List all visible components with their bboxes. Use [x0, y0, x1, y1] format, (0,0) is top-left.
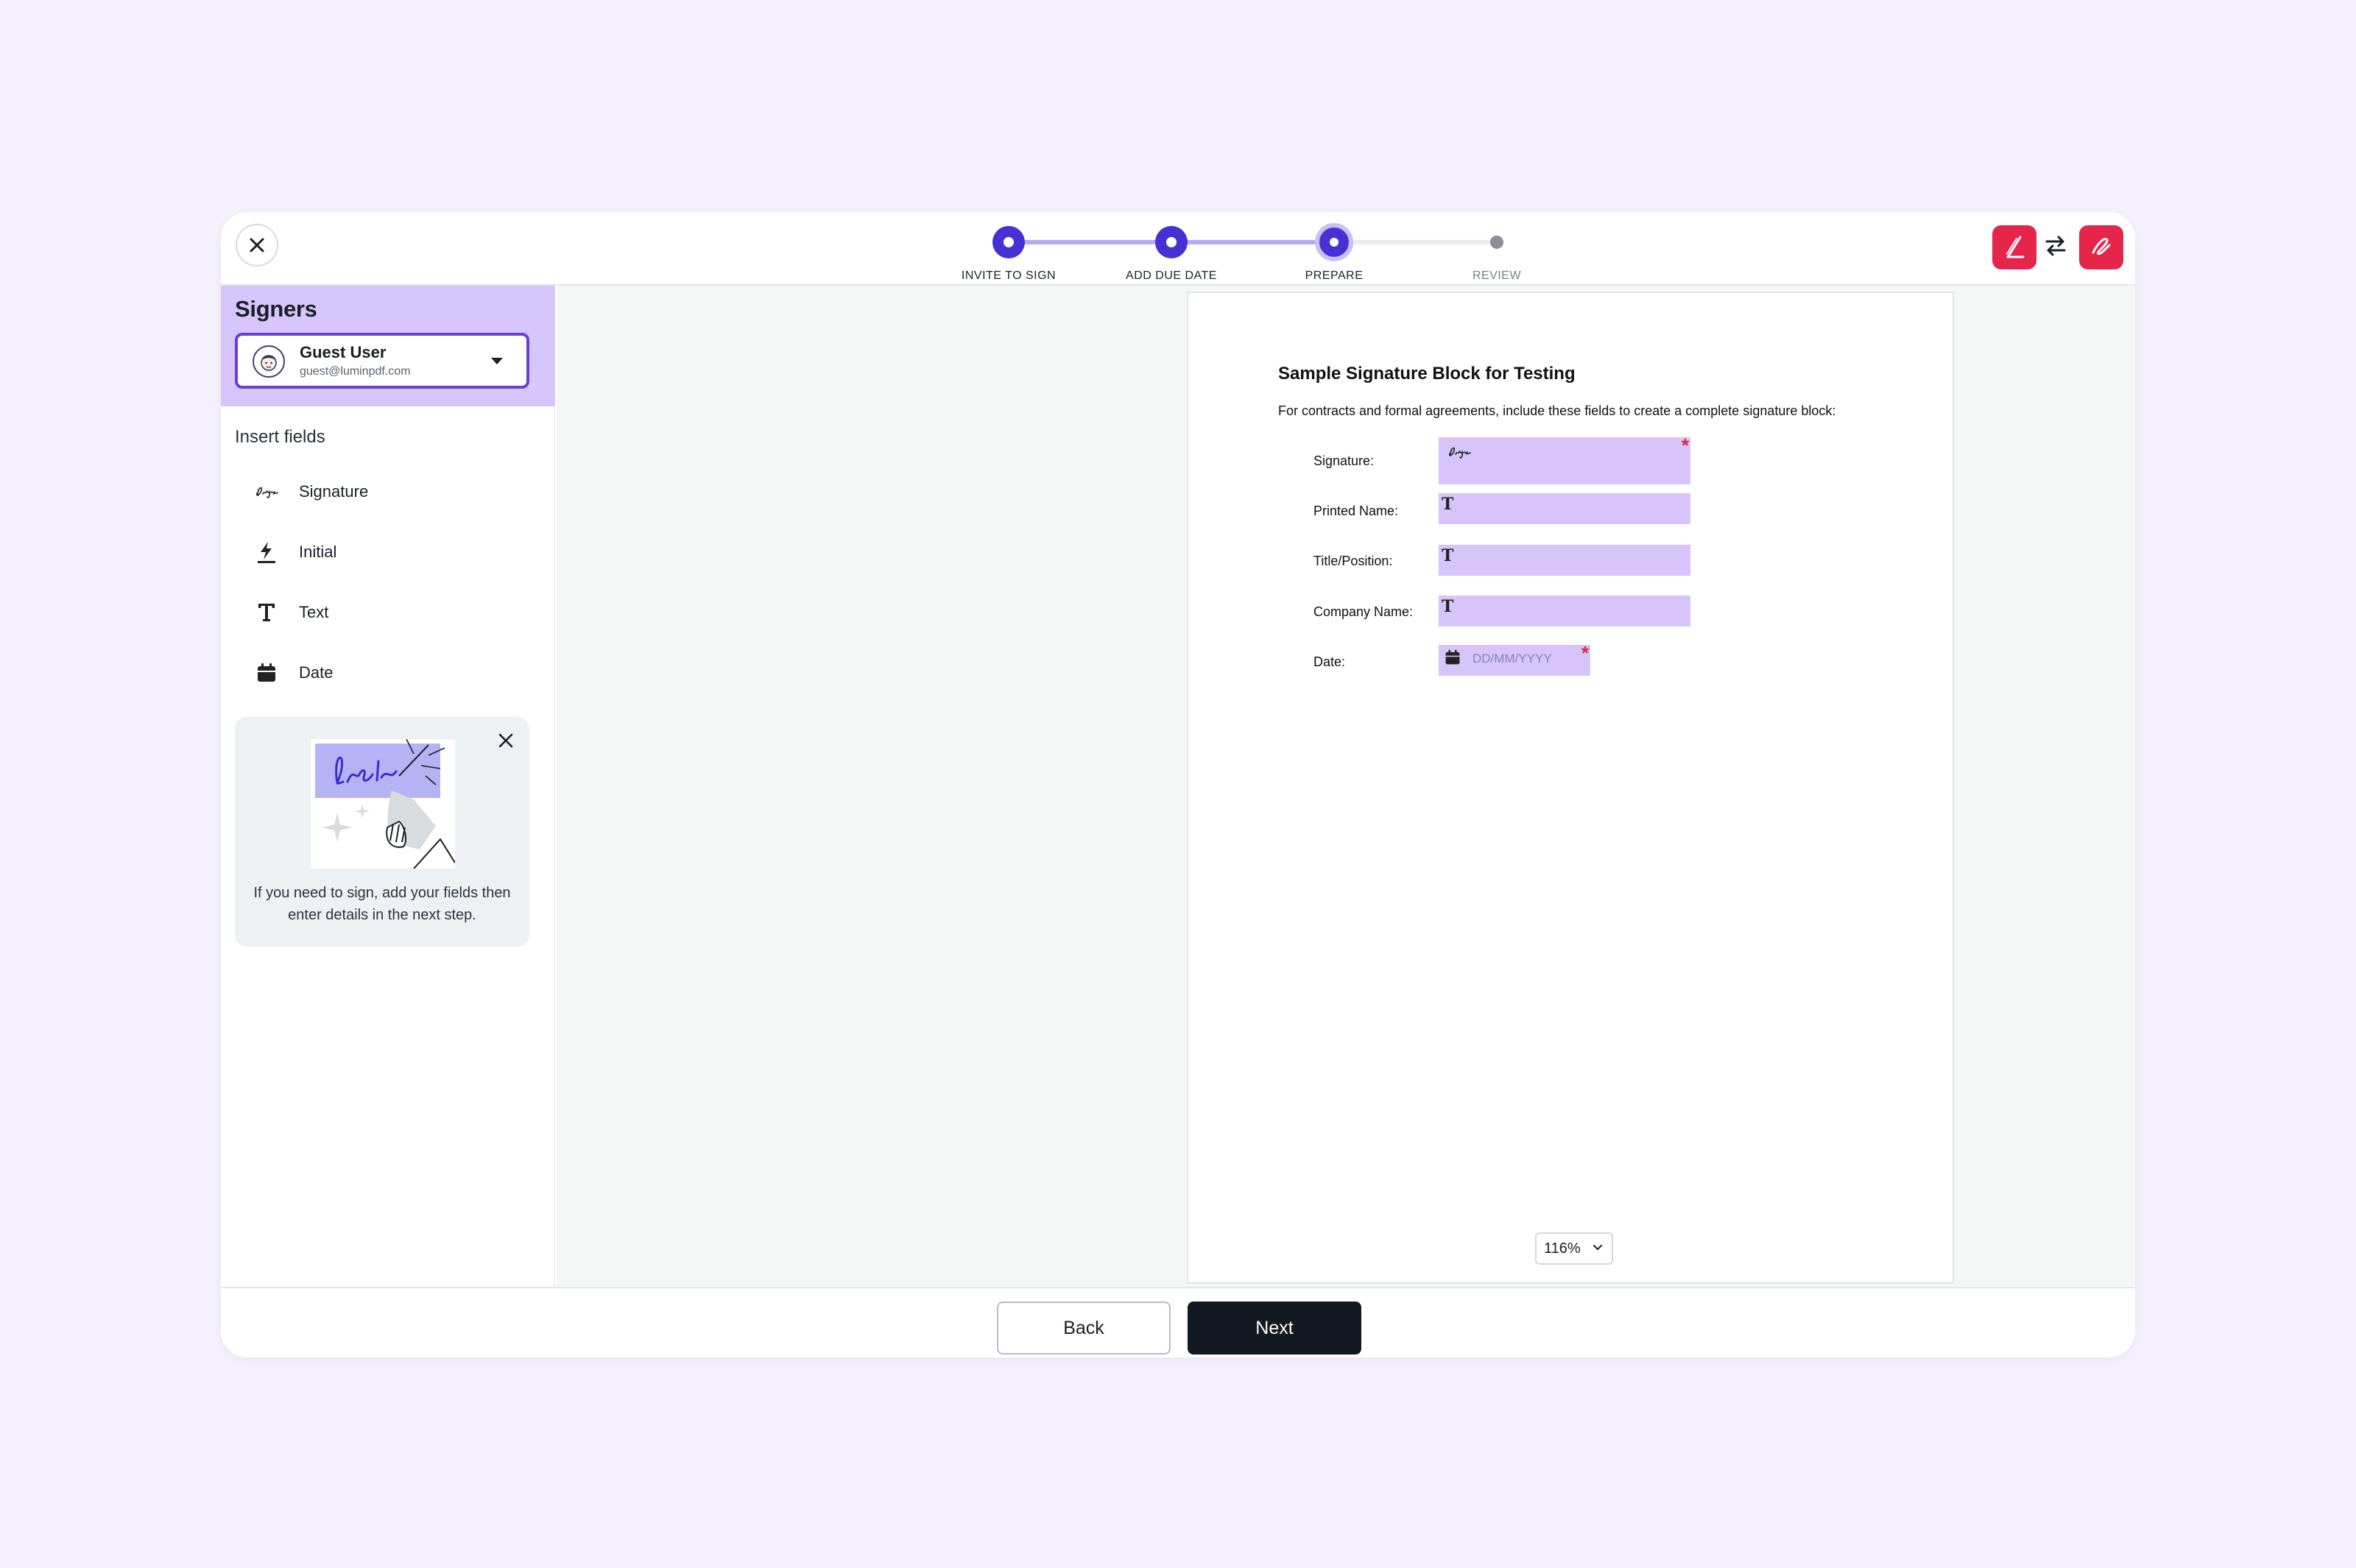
back-button[interactable]: Back: [997, 1302, 1171, 1355]
next-button[interactable]: Next: [1188, 1302, 1361, 1355]
field-label: Signature: [299, 482, 369, 501]
step-label: PREPARE: [1305, 269, 1364, 282]
close-icon: [250, 238, 264, 252]
footer-bar: Back Next: [221, 1287, 2135, 1357]
zoom-value: 116%: [1544, 1240, 1581, 1257]
step-complete-icon: [1155, 226, 1188, 258]
tip-text: If you need to sign, add your fields the…: [253, 885, 511, 923]
chevron-down-icon: [1593, 1245, 1602, 1251]
required-marker: *: [1681, 434, 1689, 456]
signing-illustration: [311, 738, 456, 869]
step-label: INVITE TO SIGN: [961, 269, 1057, 282]
step-label: REVIEW: [1472, 269, 1522, 282]
step-add-due-date: ADD DUE DATE: [1098, 219, 1245, 283]
user-avatar-icon: [261, 355, 277, 371]
date-placeholder: DD/MM/YYYY: [1472, 651, 1552, 665]
step-current-icon: [1315, 223, 1353, 261]
lumin-pdf-app-button[interactable]: [1992, 225, 2036, 269]
company-name-field[interactable]: T: [1439, 596, 1690, 626]
signers-panel: Signers Guest User guest@luminpdf.com: [221, 286, 555, 406]
calendar-icon: [253, 660, 280, 686]
initial-icon: [253, 539, 280, 565]
step-pending-icon: [1490, 236, 1503, 249]
text-icon: T: [1442, 546, 1454, 565]
tip-card: If you need to sign, add your fields the…: [235, 717, 529, 947]
text-icon: T: [1442, 495, 1454, 514]
insert-field-initial[interactable]: Initial: [253, 534, 533, 571]
insert-field-date[interactable]: Date: [253, 654, 533, 691]
chevron-down-icon: [491, 358, 503, 364]
field-label: Date: [299, 663, 334, 682]
top-bar: INVITE TO SIGN ADD DUE DATE PREPARE REVI…: [221, 212, 2135, 286]
document-page: Sample Signature Block for Testing For c…: [1187, 292, 1954, 1284]
signers-title: Signers: [235, 296, 317, 322]
lumin-sign-app-button[interactable]: [2079, 225, 2123, 269]
document-title: Sample Signature Block for Testing: [1278, 364, 1576, 384]
zoom-dropdown[interactable]: 116%: [1535, 1232, 1613, 1265]
lumin-pdf-logo-icon: [2006, 236, 2025, 258]
signing-dialog: INVITE TO SIGN ADD DUE DATE PREPARE REVI…: [221, 212, 2135, 1357]
text-icon: T: [1442, 597, 1454, 616]
signature-icon: [253, 478, 280, 505]
text-icon: [253, 599, 280, 626]
insert-fields-title: Insert fields: [235, 427, 325, 447]
document-intro: For contracts and formal agreements, inc…: [1278, 403, 1836, 418]
field-row-label: Printed Name:: [1313, 504, 1399, 518]
signer-email: guest@luminpdf.com: [300, 365, 411, 378]
field-label: Text: [299, 603, 329, 621]
signature-field[interactable]: *: [1439, 434, 1690, 484]
field-row-label: Date:: [1313, 654, 1346, 669]
signature-icon: [1449, 447, 1471, 459]
avatar: [253, 345, 285, 378]
close-button[interactable]: [236, 224, 278, 266]
step-label: ADD DUE DATE: [1126, 269, 1217, 282]
signer-name: Guest User: [300, 343, 387, 361]
printed-name-field[interactable]: T: [1439, 493, 1690, 524]
signer-dropdown[interactable]: Guest User guest@luminpdf.com: [235, 333, 529, 389]
close-icon[interactable]: [497, 732, 515, 749]
date-field[interactable]: DD/MM/YYYY *: [1439, 642, 1590, 676]
step-review: REVIEW: [1423, 219, 1570, 283]
step-invite-to-sign: INVITE TO SIGN: [935, 219, 1082, 283]
sidebar: Signers Guest User guest@luminpdf.com In…: [221, 286, 555, 1287]
insert-field-text[interactable]: Text: [253, 594, 533, 631]
field-row-label: Company Name:: [1313, 604, 1414, 619]
title-position-field[interactable]: T: [1439, 545, 1690, 576]
calendar-icon: [1445, 649, 1460, 665]
step-complete-icon: [992, 226, 1025, 258]
field-label: Initial: [299, 543, 337, 561]
field-row-label: Signature:: [1313, 453, 1375, 468]
required-marker: *: [1581, 642, 1589, 664]
lumin-sign-logo-icon: [2092, 238, 2111, 255]
progress-stepper: INVITE TO SIGN ADD DUE DATE PREPARE REVI…: [884, 219, 1664, 282]
insert-field-signature[interactable]: Signature: [253, 473, 533, 510]
document-canvas: Sample Signature Block for Testing For c…: [557, 286, 2135, 1287]
field-row-label: Title/Position:: [1313, 554, 1393, 568]
swap-icon[interactable]: [2042, 233, 2069, 259]
step-prepare: PREPARE: [1260, 219, 1408, 283]
